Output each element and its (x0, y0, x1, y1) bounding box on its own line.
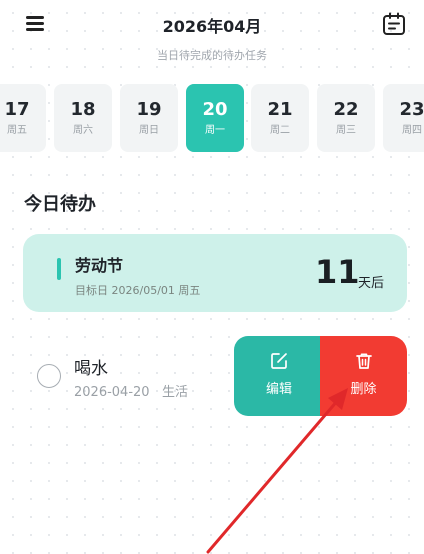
day-cell[interactable]: 19 周日 (120, 84, 178, 152)
day-weekday: 周六 (73, 125, 93, 136)
day-cell[interactable]: 17 周五 (0, 84, 46, 152)
day-weekday: 周日 (139, 125, 159, 136)
day-number: 17 (4, 99, 30, 120)
date-strip: 17 周五 18 周六 19 周日 20 周一 21 周二 22 周三 23 周… (0, 84, 424, 152)
month-title[interactable]: 2026年04月 (0, 13, 424, 37)
day-cell[interactable]: 22 周三 (317, 84, 375, 152)
day-cell[interactable]: 18 周六 (54, 84, 112, 152)
task-row[interactable]: 喝水 2026-04-20 生活 编辑 删除 (0, 336, 424, 416)
day-weekday: 周五 (7, 125, 27, 136)
day-cell[interactable]: 23 周四 (383, 84, 424, 152)
task-meta: 2026-04-20 生活 (74, 385, 188, 400)
day-weekday: 周二 (270, 125, 290, 136)
countdown-card[interactable]: 劳动节 目标日 2026/05/01 周五 11 天后 (23, 234, 407, 312)
edit-label: 编辑 (265, 382, 292, 397)
header: 2026年04月 当日待完成的待办任务 (0, 0, 424, 70)
day-weekday: 周四 (402, 125, 422, 136)
section-title: 今日待办 (24, 194, 96, 215)
day-number: 23 (399, 99, 424, 120)
day-weekday: 周一 (205, 125, 225, 136)
countdown-unit: 天后 (358, 276, 385, 291)
trash-icon (354, 351, 374, 371)
day-number: 22 (333, 99, 359, 120)
delete-label: 删除 (350, 382, 377, 397)
day-number: 20 (202, 99, 228, 120)
day-cell[interactable]: 21 周二 (251, 84, 309, 152)
task-title: 喝水 (74, 359, 108, 379)
page-subtitle: 当日待完成的待办任务 (157, 49, 267, 62)
accent-bar (57, 258, 61, 280)
task-checkbox[interactable] (37, 364, 61, 388)
calendar-icon[interactable] (381, 11, 407, 37)
countdown-days: 11 (315, 253, 360, 291)
edit-button[interactable]: 编辑 (234, 336, 324, 416)
countdown-target-date: 目标日 2026/05/01 周五 (75, 284, 201, 297)
day-number: 18 (70, 99, 96, 120)
countdown-name: 劳动节 (75, 256, 124, 275)
day-number: 19 (136, 99, 162, 120)
edit-icon (269, 351, 289, 371)
day-number: 21 (267, 99, 293, 120)
day-cell-selected[interactable]: 20 周一 (186, 84, 244, 152)
day-weekday: 周三 (336, 125, 356, 136)
delete-button[interactable]: 删除 (320, 336, 407, 416)
